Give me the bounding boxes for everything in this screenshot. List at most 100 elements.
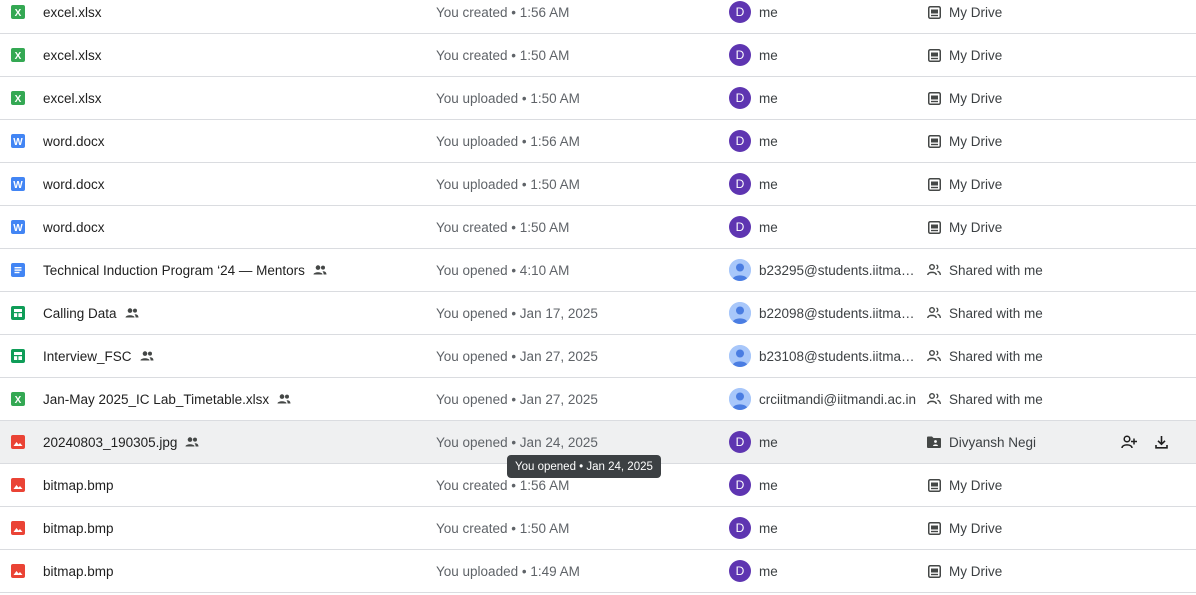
location-cell[interactable]: Shared with me xyxy=(927,292,1107,334)
file-name-cell: Xexcel.xlsx xyxy=(11,34,421,76)
file-name[interactable]: Calling Data xyxy=(43,306,117,321)
shared-with-me-icon xyxy=(927,263,941,277)
file-row[interactable]: Interview_FSC You opened • Jan 27, 2025 b2… xyxy=(0,335,1196,378)
share-icon[interactable] xyxy=(1120,433,1138,451)
owner-cell: Dme xyxy=(729,77,919,119)
activity-tooltip: You opened • Jan 24, 2025 xyxy=(507,455,661,478)
avatar[interactable]: D xyxy=(729,474,751,496)
drive-icon xyxy=(927,564,941,578)
file-name[interactable]: word.docx xyxy=(43,220,105,235)
owner-name: me xyxy=(759,477,778,493)
avatar[interactable]: D xyxy=(729,216,751,238)
shared-folder-icon xyxy=(927,435,941,449)
file-name[interactable]: Interview_FSC xyxy=(43,349,132,364)
file-name-cell: Wword.docx xyxy=(11,163,421,205)
location-name: My Drive xyxy=(949,520,1003,536)
image-file-icon xyxy=(11,521,25,535)
shared-with-me-icon xyxy=(927,392,941,406)
google-docs-icon xyxy=(11,263,25,277)
location-cell[interactable]: My Drive xyxy=(927,507,1107,549)
file-name-cell: Calling Data xyxy=(11,292,421,334)
location-cell[interactable]: My Drive xyxy=(927,464,1107,506)
owner-name: me xyxy=(759,4,778,20)
location-cell[interactable]: My Drive xyxy=(927,206,1107,248)
file-name[interactable]: bitmap.bmp xyxy=(43,564,114,579)
activity-text: You uploaded • 1:56 AM xyxy=(436,133,580,149)
avatar[interactable] xyxy=(729,302,751,324)
avatar[interactable] xyxy=(729,388,751,410)
file-row[interactable]: Xexcel.xlsx You created • 1:56 AM Dme My Dr… xyxy=(0,0,1196,34)
avatar[interactable]: D xyxy=(729,87,751,109)
row-actions xyxy=(1120,421,1190,463)
file-name[interactable]: Jan-May 2025_IC Lab_Timetable.xlsx xyxy=(43,392,269,407)
location-cell[interactable]: My Drive xyxy=(927,550,1107,592)
owner-name: me xyxy=(759,90,778,106)
avatar[interactable]: D xyxy=(729,1,751,23)
file-name[interactable]: Technical Induction Program ‘24 — Mentor… xyxy=(43,263,305,278)
file-row[interactable]: Wword.docx You uploaded • 1:56 AM Dme My Dr… xyxy=(0,120,1196,163)
location-name: Shared with me xyxy=(949,305,1043,321)
avatar[interactable]: D xyxy=(729,44,751,66)
location-cell[interactable]: Shared with me xyxy=(927,335,1107,377)
shared-people-icon xyxy=(185,437,199,447)
avatar[interactable]: D xyxy=(729,517,751,539)
owner-cell: Dme xyxy=(729,163,919,205)
image-file-icon xyxy=(11,435,25,449)
file-row[interactable]: Xexcel.xlsx You created • 1:50 AM Dme My Dr… xyxy=(0,34,1196,77)
avatar[interactable]: D xyxy=(729,173,751,195)
location-cell[interactable]: My Drive xyxy=(927,0,1107,33)
file-row[interactable]: Xexcel.xlsx You uploaded • 1:50 AM Dme My D… xyxy=(0,77,1196,120)
owner-cell: crciitmandi@iitmandi.ac.in xyxy=(729,378,919,420)
file-name[interactable]: excel.xlsx xyxy=(43,91,102,106)
file-row[interactable]: X Jan-May 2025_IC Lab_Timetable.xlsx You o… xyxy=(0,378,1196,421)
location-name: My Drive xyxy=(949,219,1003,235)
avatar[interactable] xyxy=(729,259,751,281)
file-row[interactable]: Wword.docx You uploaded • 1:50 AM Dme My Dr… xyxy=(0,163,1196,206)
location-cell[interactable]: Shared with me xyxy=(927,378,1107,420)
location-cell[interactable]: My Drive xyxy=(927,34,1107,76)
location-name: My Drive xyxy=(949,477,1003,493)
location-name: My Drive xyxy=(949,176,1003,192)
file-name[interactable]: 20240803_190305.jpg xyxy=(43,435,177,450)
file-row[interactable]: Calling Data You opened • Jan 17, 2025 b22… xyxy=(0,292,1196,335)
owner-cell: b22098@students.iitmandi.ac.in xyxy=(729,292,919,334)
word-file-icon: W xyxy=(11,177,25,191)
activity-text: You uploaded • 1:50 AM xyxy=(436,176,580,192)
avatar[interactable] xyxy=(729,345,751,367)
location-cell[interactable]: My Drive xyxy=(927,120,1107,162)
location-cell[interactable]: Divyansh Negi xyxy=(927,421,1107,463)
file-row[interactable]: bitmap.bmp You uploaded • 1:49 AM Dme My Dr… xyxy=(0,550,1196,593)
file-row[interactable]: Technical Induction Program ‘24 — Mentor… xyxy=(0,249,1196,292)
file-row[interactable]: bitmap.bmp You created • 1:50 AM Dme My Dri… xyxy=(0,507,1196,550)
location-cell[interactable]: My Drive xyxy=(927,163,1107,205)
owner-name: b22098@students.iitmandi.ac.in xyxy=(759,305,919,321)
image-file-icon xyxy=(11,478,25,492)
google-sheets-icon xyxy=(11,306,25,320)
file-name[interactable]: excel.xlsx xyxy=(43,48,102,63)
file-name-cell: X Jan-May 2025_IC Lab_Timetable.xlsx xyxy=(11,378,421,420)
download-icon[interactable] xyxy=(1152,433,1170,451)
avatar[interactable]: D xyxy=(729,130,751,152)
file-name-cell: Wword.docx xyxy=(11,206,421,248)
activity-text: You created • 1:56 AM xyxy=(436,4,570,20)
owner-name: me xyxy=(759,434,778,450)
location-name: Divyansh Negi xyxy=(949,434,1037,450)
file-name-cell: Xexcel.xlsx xyxy=(11,77,421,119)
avatar[interactable]: D xyxy=(729,431,751,453)
owner-cell: Dme xyxy=(729,120,919,162)
file-name[interactable]: word.docx xyxy=(43,134,105,149)
file-name-cell: bitmap.bmp xyxy=(11,464,421,506)
shared-with-me-icon xyxy=(927,306,941,320)
file-name[interactable]: word.docx xyxy=(43,177,105,192)
drive-icon xyxy=(927,521,941,535)
location-cell[interactable]: My Drive xyxy=(927,77,1107,119)
file-name[interactable]: excel.xlsx xyxy=(43,5,102,20)
file-name[interactable]: bitmap.bmp xyxy=(43,521,114,536)
file-name[interactable]: bitmap.bmp xyxy=(43,478,114,493)
svg-text:X: X xyxy=(15,51,22,62)
activity-text: You created • 1:50 AM xyxy=(436,520,570,536)
avatar[interactable]: D xyxy=(729,560,751,582)
file-row[interactable]: Wword.docx You created • 1:50 AM Dme My Dri… xyxy=(0,206,1196,249)
location-cell[interactable]: Shared with me xyxy=(927,249,1107,291)
word-file-icon: W xyxy=(11,220,25,234)
